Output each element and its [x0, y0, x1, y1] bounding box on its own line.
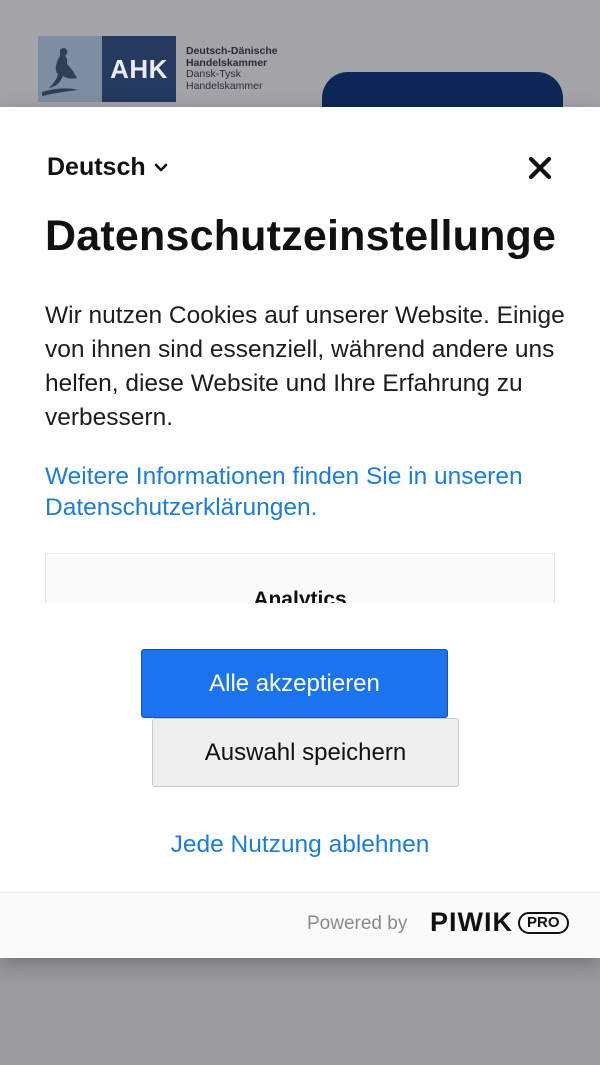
accept-all-button[interactable]: Alle akzeptieren — [141, 649, 448, 718]
piwik-brand: PIWIK — [430, 907, 513, 937]
dialog-title: Datenschutzeinstellungen — [45, 212, 555, 260]
reject-all-link[interactable]: Jede Nutzung ablehnen — [0, 831, 600, 859]
mermaid-figure-icon — [38, 36, 102, 102]
piwik-pro-logo: PIWIK PRO — [430, 907, 569, 938]
pro-badge: PRO — [518, 911, 569, 934]
consent-categories-panel[interactable]: Analytics — [45, 553, 555, 603]
chevron-down-icon — [154, 163, 167, 171]
privacy-settings-dialog: Deutsch Datenschutzeinstellungen Wir nut… — [0, 107, 600, 958]
close-icon[interactable] — [526, 154, 554, 182]
category-analytics-label: Analytics — [253, 588, 347, 603]
language-label: Deutsch — [47, 153, 146, 181]
logo-abbreviation: AHK — [102, 36, 176, 102]
logo-line-4: Handelskammer — [186, 79, 263, 92]
logo-line-3: Dansk-Tysk — [186, 68, 241, 80]
privacy-policy-link[interactable]: Weitere Informationen finden Sie in unse… — [45, 462, 525, 523]
language-selector[interactable]: Deutsch — [47, 153, 169, 182]
dialog-footer: Powered by PIWIK PRO — [0, 892, 600, 958]
ahk-logo[interactable]: AHK Deutsch-Dänische Handelskammer Dansk… — [38, 36, 278, 102]
logo-text: Deutsch-Dänische Handelskammer Dansk-Tys… — [186, 36, 278, 102]
powered-by-label: Powered by — [307, 913, 408, 934]
dialog-description: Wir nutzen Cookies auf unserer Website. … — [45, 302, 565, 431]
logo-line-1: Deutsch-Dänische — [186, 45, 278, 57]
save-selection-button[interactable]: Auswahl speichern — [152, 718, 459, 787]
